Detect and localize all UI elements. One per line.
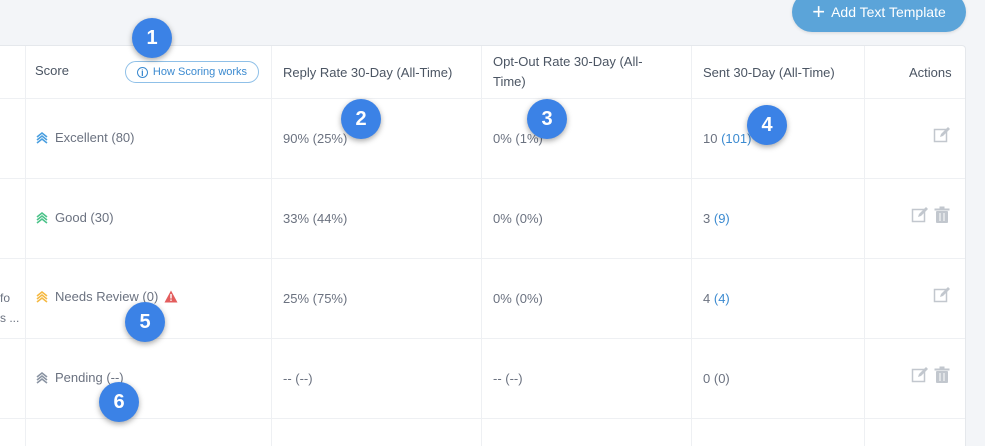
sent-30-day: 0 [703, 371, 711, 386]
sent-30-day: 4 [703, 291, 711, 306]
trash-icon[interactable] [933, 366, 951, 384]
sent-all-time-link[interactable]: (4) [714, 291, 730, 306]
sent-header: Sent 30-Day (All-Time) [703, 65, 835, 80]
edit-icon[interactable] [911, 366, 929, 384]
column-divider [864, 46, 865, 446]
trash-icon[interactable] [933, 206, 951, 224]
actions-header: Actions [909, 65, 952, 80]
edit-icon[interactable] [911, 206, 929, 224]
row-divider [0, 98, 965, 99]
sent-value: 0 (0) [703, 371, 730, 386]
sent-30-day: 10 [703, 131, 718, 146]
clipped-text: fo [0, 291, 11, 305]
reply-rate-header: Reply Rate 30-Day (All-Time) [283, 65, 453, 80]
edit-icon[interactable] [933, 286, 951, 304]
reply-rate-value: 33% (44%) [283, 211, 348, 226]
add-text-template-label: Add Text Template [831, 4, 946, 20]
sent-all-time: (0) [713, 371, 730, 386]
score-header: Score [35, 63, 69, 78]
info-icon: i [136, 66, 148, 78]
column-divider [271, 46, 272, 446]
annotation-badge-5: 5 [125, 302, 165, 342]
how-scoring-works-button[interactable]: i How Scoring works [125, 61, 259, 83]
chevrons-up-icon [36, 371, 48, 384]
sent-all-time-link[interactable]: (101) [721, 131, 751, 146]
chevrons-up-icon [36, 290, 48, 303]
table-row-score: Excellent (80) [35, 130, 134, 145]
templates-table: Score i How Scoring works Reply Rate 30-… [0, 45, 966, 446]
chevrons-up-icon [36, 211, 48, 224]
column-divider [481, 46, 482, 446]
annotation-badge-2: 2 [341, 99, 381, 139]
table-row-score: Good (30) [35, 210, 114, 225]
sent-30-day: 3 [703, 211, 711, 226]
reply-rate-value: -- (--) [283, 371, 313, 386]
opt-out-rate-value: 0% (0%) [493, 211, 543, 226]
sent-all-time-link[interactable]: (9) [714, 211, 730, 226]
sent-value: 4 (4) [703, 291, 730, 306]
add-text-template-button[interactable]: + Add Text Template [792, 0, 966, 32]
chevrons-up-icon [36, 131, 48, 144]
edit-icon[interactable] [933, 126, 951, 144]
opt-out-rate-header: Opt-Out Rate 30-Day (All-Time) [493, 54, 643, 89]
plus-icon: + [812, 0, 826, 24]
annotation-badge-6: 6 [99, 382, 139, 422]
reply-rate-value: 90% (25%) [283, 131, 348, 146]
warning-icon [164, 290, 178, 303]
row-divider [0, 418, 965, 419]
score-label: Excellent (80) [55, 130, 135, 145]
opt-out-rate-value: -- (--) [493, 371, 523, 386]
annotation-badge-4: 4 [747, 105, 787, 145]
annotation-badge-3: 3 [527, 99, 567, 139]
row-divider [0, 258, 965, 259]
annotation-badge-1: 1 [132, 18, 172, 58]
row-divider [0, 178, 965, 179]
clipped-text: s ... [0, 311, 20, 325]
column-divider [25, 46, 26, 446]
score-label: Good (30) [55, 210, 114, 225]
how-scoring-works-label: How Scoring works [152, 66, 248, 78]
table-row-score: Needs Review (0) [35, 289, 178, 304]
column-divider [691, 46, 692, 446]
sent-value: 3 (9) [703, 211, 730, 226]
reply-rate-value: 25% (75%) [283, 291, 348, 306]
opt-out-rate-value: 0% (0%) [493, 291, 543, 306]
sent-value: 10 (101) [703, 131, 751, 146]
